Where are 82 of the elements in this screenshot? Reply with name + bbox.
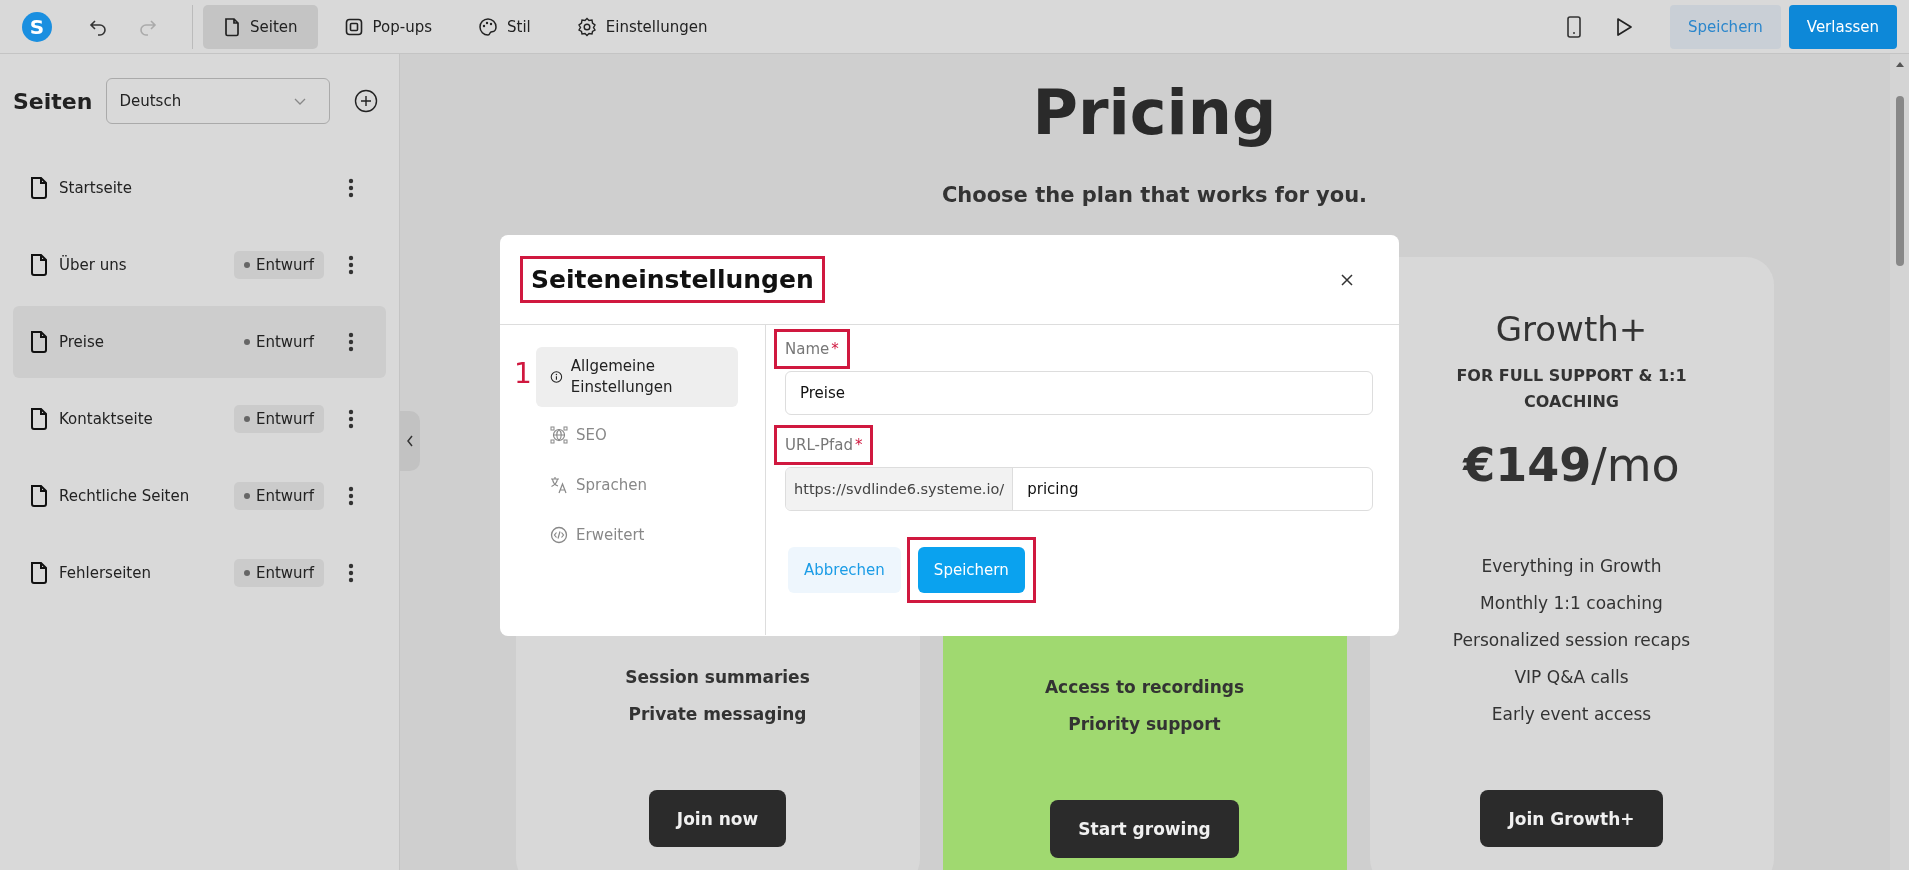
exit-button[interactable]: Verlassen bbox=[1788, 4, 1897, 49]
url-prefix: https://svdlinde6.systeme.io/ bbox=[786, 468, 1014, 510]
plan-button[interactable]: Join now bbox=[648, 790, 787, 847]
plan-button[interactable]: Join Growth+ bbox=[1480, 790, 1663, 847]
page-icon bbox=[29, 561, 49, 585]
page-heading: Pricing bbox=[1031, 76, 1278, 149]
sidebar-title: Seiten bbox=[13, 88, 93, 114]
nav-tab[interactable]: Pop-ups bbox=[323, 4, 452, 49]
page-item[interactable]: Fehlerseiten Entwurf bbox=[13, 537, 386, 609]
page-icon bbox=[29, 484, 49, 508]
page-item[interactable]: Über uns Entwurf bbox=[13, 229, 386, 301]
scroll-thumb[interactable] bbox=[1895, 96, 1904, 266]
plan-price: €149/mo bbox=[1463, 438, 1680, 493]
page-icon bbox=[29, 407, 49, 431]
page-item[interactable]: Preise Entwurf bbox=[13, 306, 386, 378]
status-badge: Entwurf bbox=[233, 482, 324, 510]
status-badge: Entwurf bbox=[233, 328, 324, 356]
plan-name: Growth+ bbox=[1495, 309, 1648, 349]
plan-feature: Session summaries bbox=[625, 667, 810, 688]
page-name: Fehlerseiten bbox=[59, 564, 152, 582]
page-name: Startseite bbox=[59, 179, 133, 197]
nav-tab[interactable]: Seiten bbox=[203, 4, 318, 49]
page-name: Kontaktseite bbox=[59, 410, 154, 428]
page-icon bbox=[29, 330, 49, 354]
url-field[interactable]: https://svdlinde6.systeme.io/ pricing bbox=[785, 467, 1373, 511]
field-label: Name* bbox=[774, 329, 850, 369]
close-icon[interactable] bbox=[1339, 271, 1355, 288]
plan-feature: Priority support bbox=[1068, 714, 1221, 734]
field-label: URL-Pfad* bbox=[774, 425, 874, 465]
settings-icon bbox=[576, 16, 597, 37]
plan-feature: Personalized session recaps bbox=[1452, 630, 1691, 651]
nav-tab[interactable]: Einstellungen bbox=[556, 4, 728, 49]
plan-feature: Monthly 1:1 coaching bbox=[1480, 593, 1663, 614]
name-field[interactable]: Preise bbox=[785, 371, 1373, 415]
status-badge: Entwurf bbox=[233, 559, 324, 587]
page-name: Preise bbox=[59, 333, 106, 351]
page-name: Rechtliche Seiten bbox=[59, 487, 191, 505]
plan-feature: Everything in Growth bbox=[1481, 556, 1662, 577]
code-icon bbox=[550, 526, 568, 544]
more-icon[interactable] bbox=[348, 178, 354, 198]
page-item[interactable]: Startseite bbox=[13, 152, 386, 224]
dialog-title: Seiteneinstellungen bbox=[520, 256, 825, 303]
plan-feature: Early event access bbox=[1491, 704, 1652, 725]
page-icon bbox=[29, 176, 49, 200]
page-name: Über uns bbox=[59, 256, 128, 274]
chevron-down-icon bbox=[293, 96, 308, 106]
language-select[interactable]: Deutsch bbox=[106, 78, 331, 124]
plan-button[interactable]: Start growing bbox=[1050, 800, 1239, 858]
required-asterisk: * bbox=[831, 340, 839, 358]
settings-nav-item[interactable]: Sprachen bbox=[536, 463, 738, 507]
plan-feature: Private messaging bbox=[628, 704, 807, 725]
page-subheading: Choose the plan that works for you. bbox=[940, 183, 1369, 207]
settings-nav-item[interactable]: Erweitert bbox=[536, 513, 738, 557]
page-icon bbox=[29, 253, 49, 277]
chevron-left-icon bbox=[405, 433, 415, 449]
more-icon[interactable] bbox=[348, 563, 354, 583]
more-icon[interactable] bbox=[348, 255, 354, 275]
settings-nav-item[interactable]: Allgemeine Einstellungen bbox=[536, 347, 738, 407]
collapse-handle[interactable] bbox=[400, 411, 420, 471]
required-asterisk: * bbox=[854, 436, 863, 454]
nav-tab[interactable]: Stil bbox=[458, 4, 551, 49]
plan-tagline: FOR FULL SUPPORT & 1:1 COACHING bbox=[1455, 365, 1688, 413]
status-badge: Entwurf bbox=[233, 251, 324, 279]
settings-nav-item[interactable]: SEO bbox=[536, 413, 738, 457]
palette-icon bbox=[478, 16, 498, 37]
more-icon[interactable] bbox=[348, 409, 354, 429]
status-badge: Entwurf bbox=[233, 405, 324, 433]
step-number: 1 bbox=[514, 357, 532, 390]
translate-icon bbox=[550, 476, 568, 494]
add-icon[interactable] bbox=[354, 89, 379, 113]
more-icon[interactable] bbox=[348, 332, 354, 352]
globe-icon bbox=[550, 426, 568, 444]
scrollbar[interactable] bbox=[1890, 54, 1909, 870]
plan-feature: Access to recordings bbox=[1044, 677, 1245, 697]
plan-feature: VIP Q&A calls bbox=[1514, 667, 1629, 688]
page-item[interactable]: Kontaktseite Entwurf bbox=[13, 383, 386, 455]
info-icon bbox=[550, 369, 563, 385]
page-icon bbox=[223, 16, 241, 37]
square-icon bbox=[343, 16, 364, 37]
scroll-up-icon bbox=[1894, 60, 1905, 68]
more-icon[interactable] bbox=[348, 486, 354, 506]
page-item[interactable]: Rechtliche Seiten Entwurf bbox=[13, 460, 386, 532]
